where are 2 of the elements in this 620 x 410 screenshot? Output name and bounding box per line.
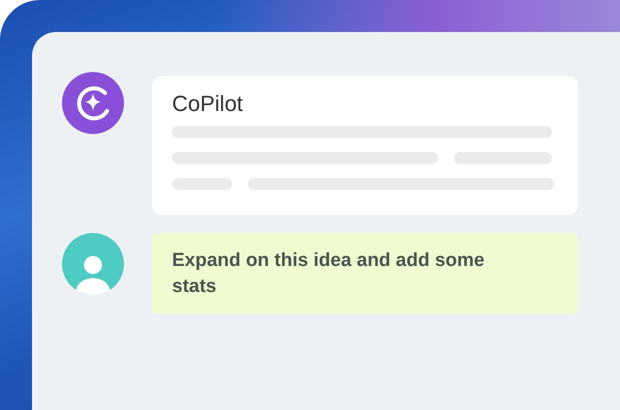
message-text: Expand on this idea and add some stats [172, 248, 486, 298]
sender-name: CoPilot [172, 90, 244, 118]
